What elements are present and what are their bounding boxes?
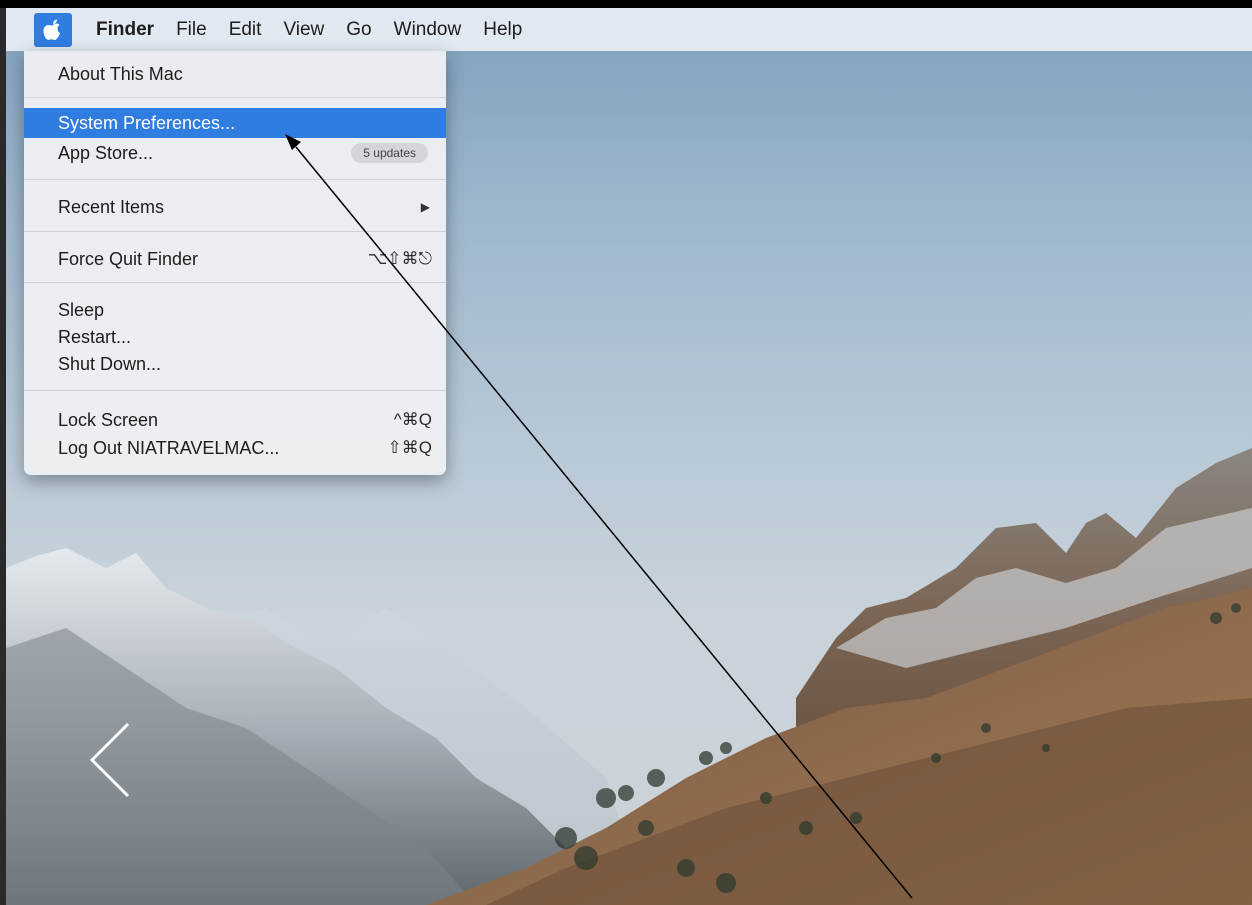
- annotation-arrow-icon: [285, 134, 913, 899]
